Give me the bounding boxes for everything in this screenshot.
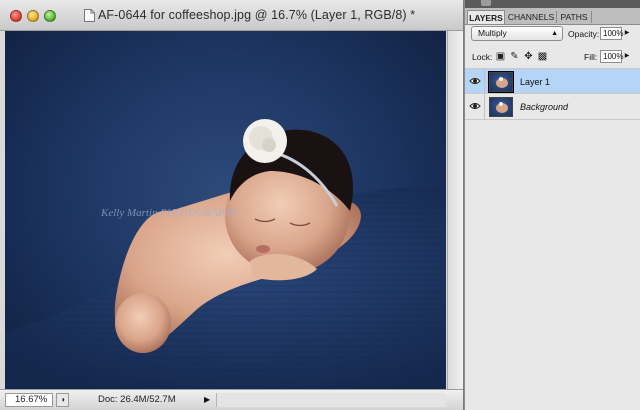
zoom-level-field[interactable]: 16.67% [5, 393, 53, 407]
zoom-button[interactable] [44, 10, 56, 22]
layer-name[interactable]: Layer 1 [520, 77, 550, 87]
visibility-toggle[interactable] [465, 69, 485, 95]
document-size-info: Doc: 26.4M/52.7M [98, 394, 176, 405]
document-window: AF-0644 for coffeeshop.jpg @ 16.7% (Laye… [0, 0, 463, 410]
panel-header[interactable] [465, 0, 640, 8]
layer-thumbnail [488, 71, 514, 93]
photo: Kelly Martin PHOTOGRAPHY [5, 119, 446, 389]
close-button[interactable] [10, 10, 22, 22]
layer-name[interactable]: Background [520, 102, 568, 112]
status-bar: 16.67% ◑ Doc: 26.4M/52.7M ▶ [0, 389, 463, 410]
fill-label: Fill: [584, 52, 598, 62]
lock-label: Lock: [472, 52, 493, 62]
lock-brush-icon[interactable]: ✎ [509, 51, 520, 62]
tab-paths[interactable]: PATHS [558, 10, 590, 24]
status-info-icon[interactable]: ◑ [56, 393, 69, 407]
layers-panel: LAYERS CHANNELS PATHS Multiply ▲ Opacity… [464, 0, 640, 410]
lock-position-icon[interactable]: ✥ [523, 51, 534, 62]
eye-icon [469, 103, 481, 109]
image-canvas[interactable]: Kelly Martin PHOTOGRAPHY [5, 31, 446, 389]
tab-separator [591, 11, 592, 23]
tab-layers[interactable]: LAYERS [467, 10, 505, 24]
opacity-arrow-icon[interactable]: ▶ [623, 27, 631, 40]
panel-tabs: LAYERS CHANNELS PATHS [465, 8, 640, 25]
blend-mode-value: Multiply [478, 28, 507, 38]
opacity-label: Opacity: [568, 29, 600, 39]
lock-transparency-icon[interactable]: ▣ [495, 51, 506, 62]
tab-channels[interactable]: CHANNELS [507, 10, 555, 24]
fill-arrow-icon[interactable]: ▶ [623, 50, 631, 63]
layer-thumbnail [489, 97, 513, 117]
minimize-button[interactable] [27, 10, 39, 22]
lock-all-icon[interactable]: ▩ [537, 51, 548, 62]
tab-separator [556, 11, 557, 23]
document-title: AF-0644 for coffeeshop.jpg @ 16.7% (Laye… [98, 8, 416, 22]
document-icon [84, 9, 95, 22]
fill-field[interactable]: 100% [600, 50, 623, 63]
panel-grip-icon[interactable] [481, 0, 491, 6]
status-menu-arrow-icon[interactable]: ▶ [204, 393, 214, 407]
visibility-toggle[interactable] [465, 94, 485, 120]
eye-icon [469, 78, 481, 84]
watermark-text: Kelly Martin PHOTOGRAPHY [100, 207, 241, 219]
layers-list-empty-area[interactable] [465, 121, 640, 410]
updown-arrows-icon: ▲ [551, 30, 558, 37]
blend-mode-select[interactable]: Multiply ▲ [471, 26, 563, 41]
horizontal-scrollbar[interactable] [216, 393, 446, 407]
layer-row-layer-1[interactable]: Layer 1 [465, 68, 640, 95]
vertical-scrollbar[interactable] [447, 31, 463, 389]
document-titlebar[interactable]: AF-0644 for coffeeshop.jpg @ 16.7% (Laye… [0, 0, 463, 31]
opacity-field[interactable]: 100% [600, 27, 623, 40]
layer-row-background[interactable]: Background [465, 94, 640, 120]
